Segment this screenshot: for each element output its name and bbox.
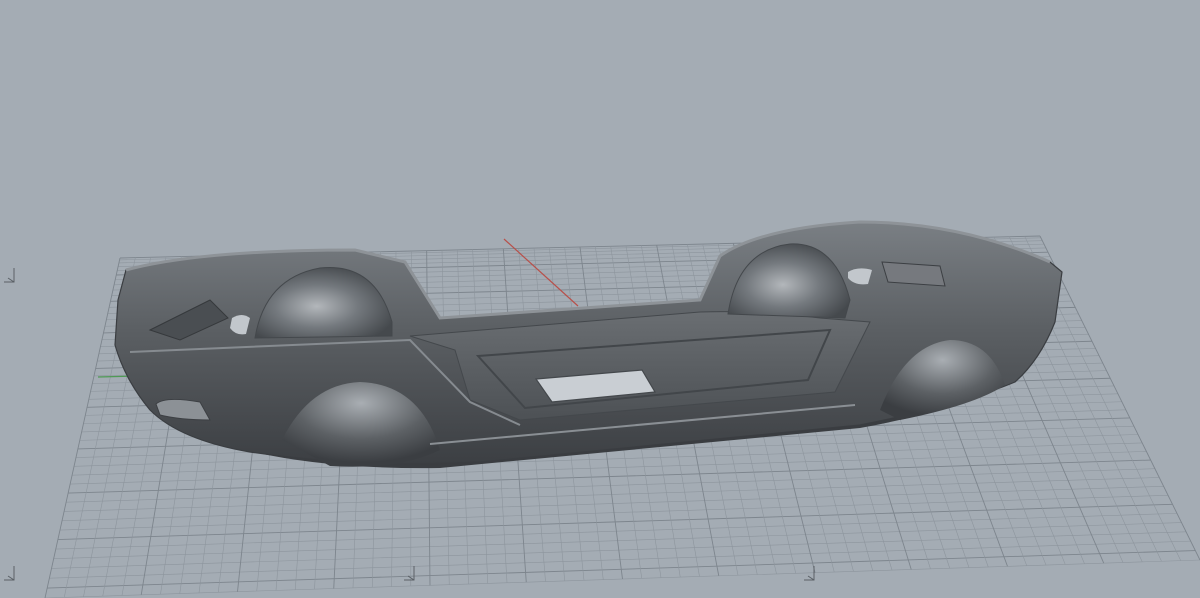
grid-line [1039,235,1200,561]
axis-triad-icon [4,268,15,283]
axis-triad-icon [4,566,15,581]
axis-triad-icon [404,566,415,581]
grid-line [44,257,121,598]
perspective-viewport[interactable] [0,0,1200,598]
hood-vent [881,261,946,287]
